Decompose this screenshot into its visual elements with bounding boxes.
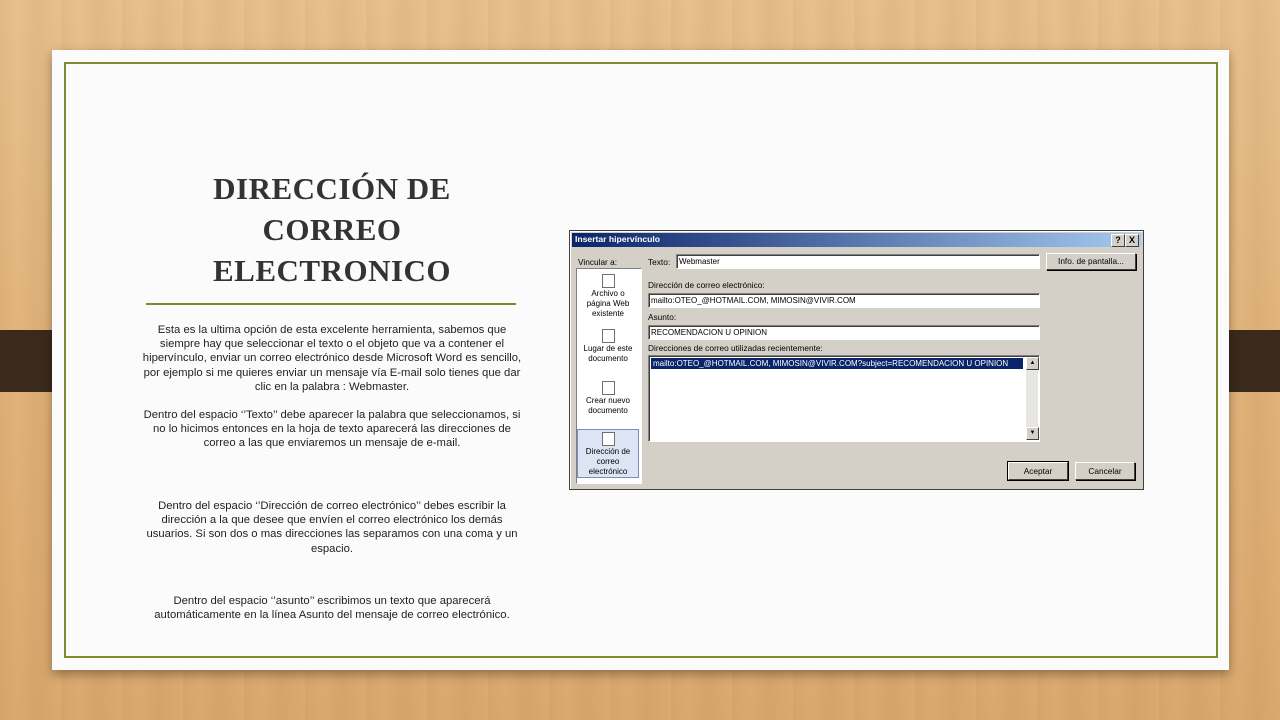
link-to-label: Vincular a: [578, 257, 618, 267]
sidebar-item-new-document[interactable]: Crear nuevo documento [578, 379, 638, 416]
sidebar-item-label: Lugar de este [583, 344, 633, 353]
scroll-up-arrow-icon[interactable]: ▲ [1026, 357, 1039, 370]
text-label: Texto: [648, 257, 671, 267]
email-icon [601, 432, 615, 446]
paragraph-direccion: Dentro del espacio ‘’Dirección de correo… [146, 500, 518, 555]
close-button[interactable]: X [1125, 234, 1139, 247]
title-line-3: ELECTRONICO [212, 253, 452, 288]
list-item[interactable]: mailto:OTEO_@HOTMAIL.COM, MIMOSIN@VIVIR.… [651, 358, 1023, 369]
vertical-scrollbar[interactable]: ▲ ▼ [1026, 357, 1039, 440]
email-label: Dirección de correo electrónico: [648, 280, 765, 290]
email-address-input[interactable]: mailto:OTEO_@HOTMAIL.COM, MIMOSIN@VIVIR.… [648, 293, 1040, 308]
help-button[interactable]: ? [1111, 234, 1125, 247]
subject-label: Asunto: [648, 312, 677, 322]
paragraph-intro: Esta es la ultima opción de esta excelen… [142, 324, 522, 393]
recent-emails-label: Direcciones de correo utilizadas recient… [648, 343, 823, 353]
web-page-icon [601, 274, 615, 288]
title-line-2: CORREO [262, 212, 402, 247]
screentip-button[interactable]: Info. de pantalla... [1046, 253, 1136, 270]
sidebar-item-email-address[interactable]: Dirección de correo electrónico [577, 429, 639, 478]
sidebar-item-label: Dirección de [585, 447, 631, 456]
new-document-icon [601, 381, 615, 395]
sidebar-item-label: documento [588, 406, 628, 415]
recent-emails-list[interactable]: mailto:OTEO_@HOTMAIL.COM, MIMOSIN@VIVIR.… [648, 355, 1040, 442]
title-divider [146, 303, 516, 305]
sidebar-item-label: documento [588, 354, 628, 363]
ok-button[interactable]: Aceptar [1007, 461, 1069, 481]
sidebar-item-existing-file[interactable]: Archivo o página Web existente [578, 272, 638, 319]
sidebar-item-label: electrónico [588, 467, 628, 476]
document-place-icon [601, 329, 615, 343]
sidebar-item-place-in-document[interactable]: Lugar de este documento [578, 327, 638, 364]
link-to-sidebar: Archivo o página Web existente Lugar de … [576, 268, 642, 484]
sidebar-item-label: Archivo o [591, 289, 625, 298]
cancel-button[interactable]: Cancelar [1075, 462, 1135, 480]
dialog-title: Insertar hipervínculo [575, 234, 661, 244]
subject-input[interactable]: RECOMENDACION U OPINION [648, 325, 1040, 340]
scroll-down-arrow-icon[interactable]: ▼ [1026, 427, 1039, 440]
insert-hyperlink-dialog: Insertar hipervínculo ? X Vincular a: Ar… [569, 230, 1144, 490]
sidebar-item-label: existente [591, 309, 625, 318]
sidebar-item-label: correo [596, 457, 620, 466]
dialog-titlebar: Insertar hipervínculo ? X [572, 233, 1141, 247]
slide: DIRECCIÓN DE CORREO ELECTRONICO Esta es … [52, 50, 1229, 670]
slide-title: DIRECCIÓN DE CORREO ELECTRONICO [147, 168, 517, 291]
title-line-1: DIRECCIÓN DE [213, 171, 451, 206]
paragraph-asunto: Dentro del espacio ‘’asunto’’ escribimos… [154, 595, 510, 622]
paragraph-texto: Dentro del espacio ‘’Texto’’ debe aparec… [143, 409, 521, 450]
sidebar-item-label: página Web [586, 299, 630, 308]
sidebar-item-label: Crear nuevo [585, 396, 631, 405]
text-input[interactable]: Webmaster [676, 254, 1040, 269]
